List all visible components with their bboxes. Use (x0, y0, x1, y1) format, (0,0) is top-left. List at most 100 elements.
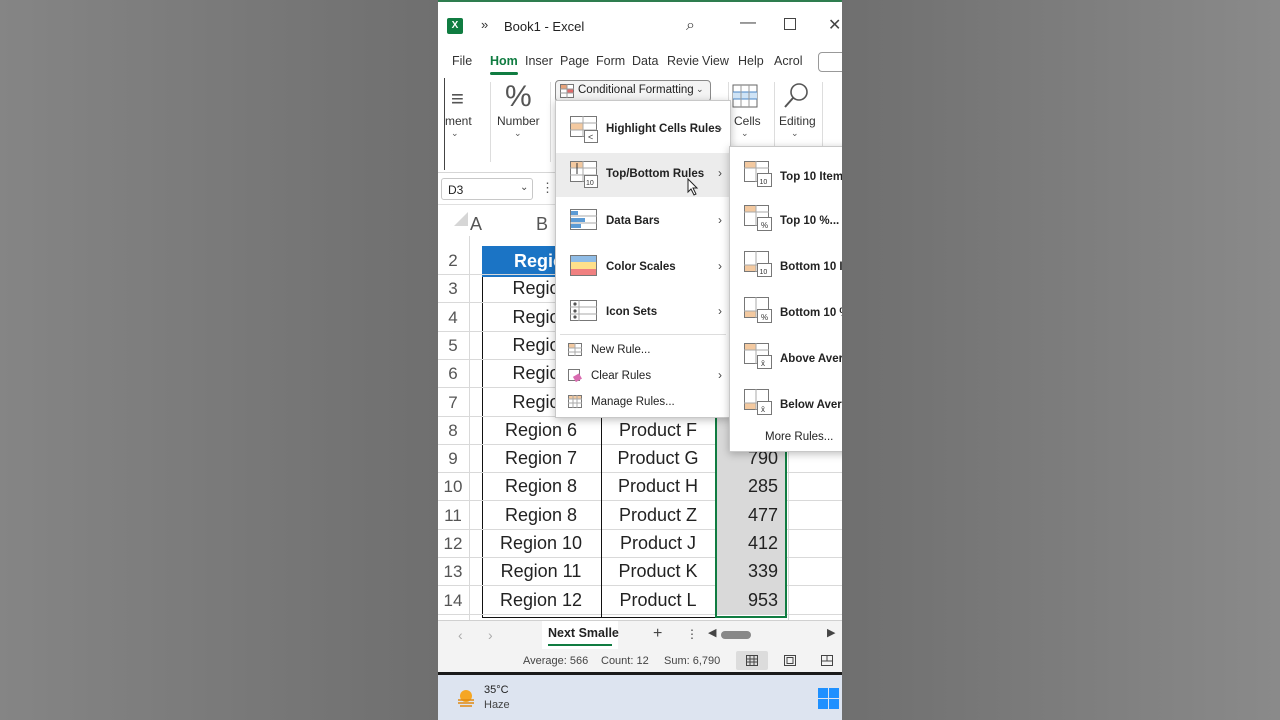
cell-product[interactable]: Product K (601, 561, 715, 582)
menu-item-color-scales[interactable]: Color Scales › (556, 245, 730, 289)
minimize-button[interactable]: — (740, 14, 756, 32)
page-break-view-icon[interactable] (821, 655, 833, 666)
row-header[interactable]: 13 (438, 562, 468, 582)
tab-file[interactable]: File (452, 54, 472, 68)
row-header[interactable]: 12 (438, 534, 468, 554)
tab-page-layout[interactable]: Page (560, 54, 589, 68)
tab-home[interactable]: Hom (490, 54, 518, 68)
sheet-tab[interactable]: Next Smalle (542, 621, 619, 649)
row-header[interactable]: 6 (438, 364, 468, 384)
close-button[interactable]: ✕ (828, 15, 841, 35)
row-header[interactable]: 3 (438, 279, 468, 299)
page-layout-view-icon[interactable] (784, 655, 796, 666)
row-header[interactable]: 14 (438, 591, 468, 611)
maximize-button[interactable] (784, 18, 796, 30)
menu-item-label: Clear Rules (591, 370, 652, 382)
tab-formulas[interactable]: Form (596, 54, 625, 68)
cell-region[interactable]: Region 8 (482, 476, 600, 497)
cell-region[interactable]: Region 7 (482, 448, 600, 469)
menu-item-new-rule[interactable]: New Rule... (556, 339, 730, 363)
conditional-formatting-button[interactable]: Conditional Formatting ⌄ (555, 80, 711, 102)
menu-item-manage-rules[interactable]: Manage Rules... (556, 391, 730, 415)
cell-product[interactable]: Product L (601, 590, 715, 611)
menu-item-clear-rules[interactable]: Clear Rules › (556, 365, 730, 389)
chevron-right-icon: › (718, 368, 722, 382)
previous-sheet-icon[interactable]: ‹ (458, 627, 463, 643)
windows-taskbar: 35°C Haze (438, 672, 842, 720)
svg-text:x̄: x̄ (761, 359, 765, 368)
cell-product[interactable]: Product J (601, 533, 715, 554)
submenu-item-below-average[interactable]: x̄ Below Avera (730, 381, 842, 425)
row-header[interactable]: 2 (438, 251, 468, 271)
excel-logo-icon: X (447, 18, 463, 34)
row-header[interactable]: 4 (438, 308, 468, 328)
submenu-item-top-10-items[interactable]: 10 Top 10 Item (730, 151, 842, 195)
above-average-icon: x̄ (744, 343, 772, 369)
windows-start-icon[interactable] (818, 688, 840, 710)
top-10-items-icon: 10 (744, 161, 772, 187)
cell-region[interactable]: Region 11 (482, 561, 600, 582)
status-sum: Sum: 6,790 (664, 655, 721, 667)
add-sheet-icon[interactable]: + (653, 625, 662, 643)
submenu-item-bottom-10-percent[interactable]: % Bottom 10 % (730, 289, 842, 333)
menu-item-data-bars[interactable]: Data Bars › (556, 199, 730, 243)
tab-insert[interactable]: Inser (525, 54, 553, 68)
name-box[interactable]: D3 ⌄ (441, 178, 533, 200)
window-title: Book1 - Excel (504, 19, 585, 34)
cell-product[interactable]: Product F (601, 420, 715, 441)
editing-group-label[interactable]: Editing (779, 114, 816, 128)
tab-view[interactable]: View (702, 54, 729, 68)
cell-region[interactable]: Region 12 (482, 590, 600, 611)
cell-region[interactable]: Region 10 (482, 533, 600, 554)
row-header[interactable]: 5 (438, 336, 468, 356)
row-header[interactable]: 10 (438, 477, 468, 497)
submenu-item-more-rules[interactable]: More Rules... (730, 427, 842, 449)
color-scales-icon (570, 255, 597, 276)
column-header-a[interactable]: A (470, 214, 482, 235)
row-header[interactable]: 7 (438, 393, 468, 413)
horizontal-scrollbar-thumb[interactable] (721, 631, 751, 639)
submenu-item-top-10-percent[interactable]: % Top 10 %... (730, 197, 842, 241)
weather-condition[interactable]: Haze (484, 699, 510, 711)
column-header-b[interactable]: B (536, 214, 548, 235)
menu-item-highlight-cells-rules[interactable]: < Highlight Cells Rules › (556, 111, 730, 149)
search-icon[interactable]: ⌕ (686, 17, 695, 35)
submenu-item-bottom-10-items[interactable]: 10 Bottom 10 I (730, 243, 842, 287)
cell-product[interactable]: Product G (601, 448, 715, 469)
submenu-item-above-average[interactable]: x̄ Above Aver (730, 335, 842, 379)
left-background (0, 0, 438, 720)
svg-text:10: 10 (586, 180, 594, 187)
menu-item-label: Manage Rules... (591, 396, 675, 408)
cell-product[interactable]: Product Z (601, 505, 715, 526)
row-header[interactable]: 9 (438, 449, 468, 469)
more-options-icon[interactable]: ⋮ (686, 627, 698, 641)
cell-region[interactable]: Region 8 (482, 505, 600, 526)
weather-temperature[interactable]: 35°C (484, 684, 509, 696)
alignment-group-label[interactable]: ment (445, 114, 472, 128)
row-header[interactable]: 11 (438, 506, 468, 526)
next-sheet-icon[interactable]: › (488, 627, 493, 643)
menu-item-top-bottom-rules[interactable]: 10 Top/Bottom Rules › (556, 153, 730, 197)
tab-review[interactable]: Revie (667, 54, 699, 68)
row-header[interactable]: 8 (438, 421, 468, 441)
quick-access-more-icon[interactable]: » (481, 17, 488, 32)
menu-item-label: New Rule... (591, 344, 651, 356)
menu-item-icon-sets[interactable]: Icon Sets › (556, 291, 730, 333)
cell-region[interactable]: Region 6 (482, 420, 600, 441)
scroll-right-icon[interactable]: ▶ (827, 626, 835, 639)
comments-button[interactable] (818, 52, 842, 72)
tab-acrobat[interactable]: Acrol (774, 54, 802, 68)
cells-group-label[interactable]: Cells (734, 114, 761, 128)
scroll-left-icon[interactable]: ◀ (708, 626, 716, 639)
cell-product[interactable]: Product H (601, 476, 715, 497)
number-group-label[interactable]: Number (497, 114, 540, 128)
title-bar: X » Book1 - Excel ⌕ — ✕ (438, 0, 842, 50)
ribbon-tabs: File Hom Inser Page Form Data Revie View… (438, 50, 842, 76)
tab-help[interactable]: Help (738, 54, 764, 68)
tab-data[interactable]: Data (632, 54, 658, 68)
normal-view-icon (746, 655, 758, 666)
normal-view-button[interactable] (736, 651, 768, 670)
formula-bar-more-icon[interactable]: ⋮ (541, 180, 554, 196)
chevron-down-icon: ⌄ (696, 84, 704, 94)
select-all-icon[interactable] (454, 212, 468, 226)
